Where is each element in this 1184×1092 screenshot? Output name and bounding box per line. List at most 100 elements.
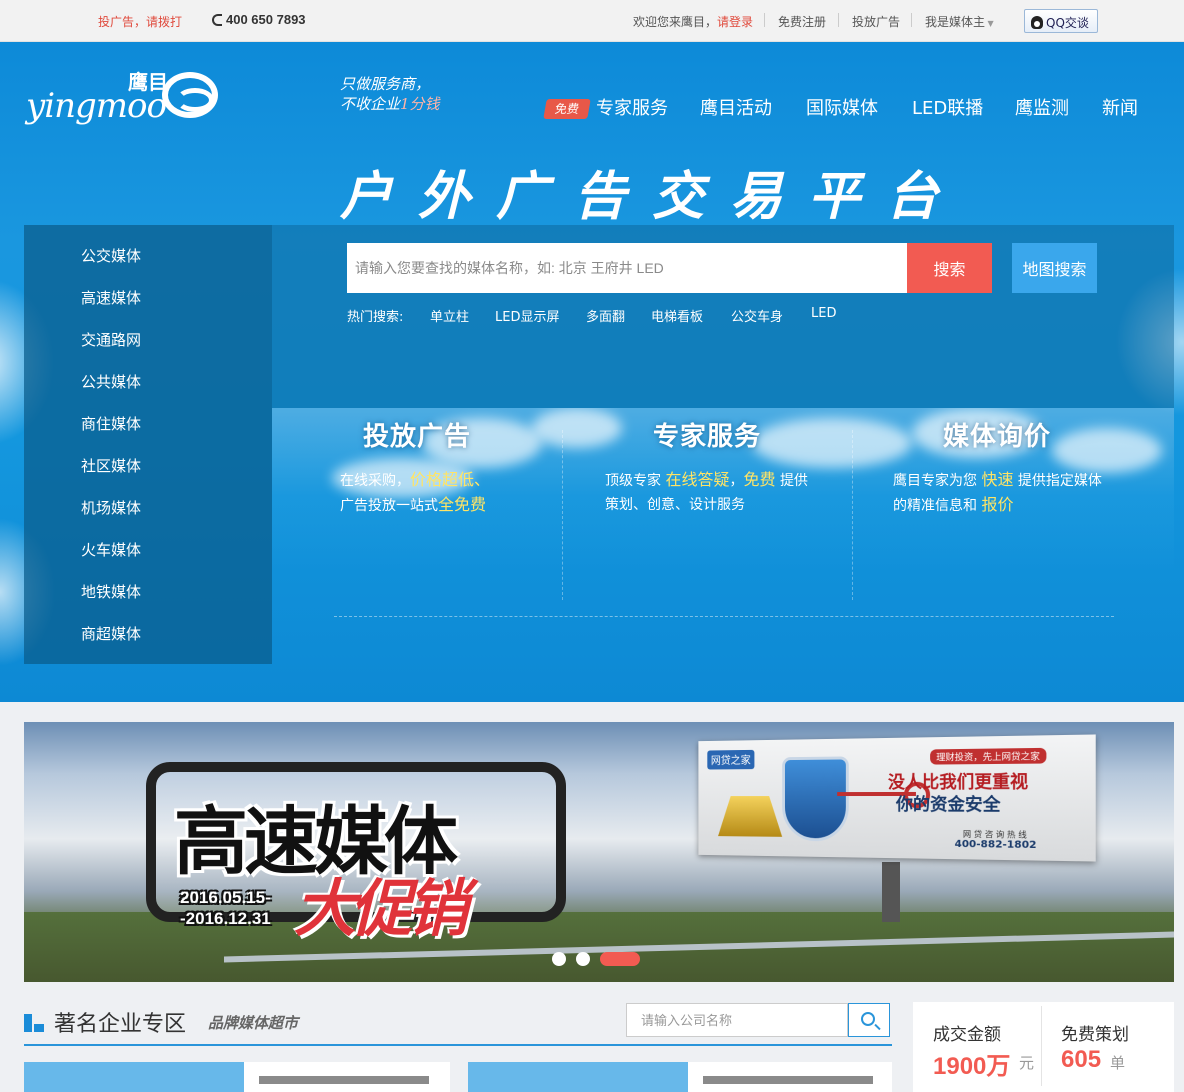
category-train[interactable]: 火车媒体 <box>81 539 141 560</box>
hot-term[interactable]: 电梯看板 <box>651 306 703 325</box>
gold-bars-icon <box>718 796 782 837</box>
nav-activities[interactable]: 鹰目活动 <box>700 94 772 122</box>
logo-mark-icon <box>162 72 218 118</box>
divider <box>764 13 765 27</box>
desc-text: 鹰目专家为您 <box>893 473 977 489</box>
hot-term[interactable]: LED显示屏 <box>495 306 559 325</box>
section-title: 著名企业专区 <box>54 1012 187 1037</box>
service-desc: 鹰目专家为您 快速 提供指定媒体的精准信息和 报价 <box>893 468 1143 518</box>
desc-highlight: 报价 <box>981 495 1014 514</box>
service-title: 媒体询价 <box>942 422 1051 452</box>
free-badge: 免费 <box>543 99 591 119</box>
nav-international-media[interactable]: 国际媒体 <box>806 94 878 122</box>
company-search-button[interactable] <box>848 1003 890 1037</box>
register-link[interactable]: 免费注册 <box>778 13 826 30</box>
category-community[interactable]: 社区媒体 <box>81 455 141 476</box>
slogan-line2: 不收企业1分钱 <box>340 94 440 114</box>
enterprise-card-thumb <box>703 1076 873 1084</box>
hero-section: 鹰目 yingmoo 只做服务商， 不收企业1分钱 免费 专家服务 鹰目活动 国… <box>0 42 1184 702</box>
free-plans-unit: 单 <box>1110 1054 1126 1072</box>
free-plans-label: 免费策划 <box>1061 1025 1129 1045</box>
divider <box>911 13 912 27</box>
promo-banner[interactable]: 高速媒体 大促销 2016.05.15- -2016.12.31 网贷之家 理财投… <box>24 722 1174 982</box>
desc-highlight: 全免费 <box>438 495 487 514</box>
desc-text: 策划、创意、设计服务 <box>605 497 745 513</box>
site-logo[interactable]: 鹰目 yingmoo <box>26 66 226 126</box>
hot-term[interactable]: 单立柱 <box>430 306 469 325</box>
deal-amount-label: 成交金额 <box>933 1025 1001 1045</box>
slogan-highlight: 1分钱 <box>400 95 440 113</box>
media-owner-link[interactable]: 我是媒体主 ▼ <box>925 13 994 30</box>
service-price-inquiry[interactable]: 媒体询价 鹰目专家为您 快速 提供指定媒体的精准信息和 报价 <box>852 416 1142 514</box>
category-airport[interactable]: 机场媒体 <box>81 497 141 518</box>
section-subtitle: 品牌媒体超市 <box>208 1014 299 1032</box>
billboard-post <box>882 862 900 922</box>
caret-down-icon: ▼ <box>985 19 994 28</box>
slogan-line1: 只做服务商， <box>340 75 431 93</box>
welcome-label: 欢迎您来鹰目， <box>633 15 718 29</box>
search-icon <box>861 1012 875 1026</box>
deal-amount-value: 1900万 <box>933 1053 1011 1080</box>
desc-highlight: 在线答疑 <box>665 470 730 489</box>
divider <box>334 616 1114 617</box>
category-supermarket[interactable]: 商超媒体 <box>81 623 141 644</box>
banner-dates: 2016.05.15- -2016.12.31 <box>180 887 271 929</box>
divider <box>562 430 563 600</box>
desc-text: ， <box>729 473 744 489</box>
carousel-dot-active[interactable] <box>600 952 640 966</box>
search-button[interactable]: 搜索 <box>907 243 992 293</box>
desc-text: 提供 <box>779 473 808 489</box>
map-search-button[interactable]: 地图搜索 <box>1012 243 1097 293</box>
enterprise-card-image <box>468 1062 688 1092</box>
hot-term[interactable]: LED <box>811 306 836 321</box>
enterprise-card[interactable] <box>24 1062 450 1092</box>
category-sidebar: 公交媒体 高速媒体 交通路网 公共媒体 商住媒体 社区媒体 机场媒体 火车媒体 … <box>24 225 272 664</box>
hot-term[interactable]: 公交车身 <box>731 306 783 325</box>
hot-search-label: 热门搜索: <box>347 310 404 325</box>
carousel-dot[interactable] <box>552 952 566 966</box>
shield-icon <box>782 756 849 842</box>
company-search-input[interactable] <box>626 1003 848 1037</box>
welcome-text: 欢迎您来鹰目，请登录 <box>633 13 753 30</box>
media-owner-label: 我是媒体主 <box>925 15 986 29</box>
nav-monitoring[interactable]: 鹰监测 <box>1015 94 1069 122</box>
billboard-phone: 400-882-1802 <box>954 838 1037 852</box>
desc-text: 在线采购， <box>340 473 410 489</box>
qq-chat-button[interactable]: QQ交谈 <box>1024 9 1098 33</box>
desc-text: 提供指定媒体 <box>1017 473 1102 489</box>
nav-expert-service[interactable]: 专家服务 <box>596 94 668 122</box>
slogan: 只做服务商， 不收企业1分钱 <box>340 74 440 114</box>
enterprise-card-image <box>24 1062 244 1092</box>
section-grid-icon <box>24 1014 44 1032</box>
desc-highlight: 快速 <box>981 470 1014 489</box>
service-expert[interactable]: 专家服务 顶级专家 在线答疑，免费 提供 策划、创意、设计服务 <box>562 416 852 513</box>
banner-date-start: 2016.05.15- <box>180 888 271 907</box>
nav-led-broadcast[interactable]: LED联播 <box>912 94 983 122</box>
desc-highlight: 免费 <box>743 470 776 489</box>
desc-text: 顶级专家 <box>605 473 661 489</box>
banner-date-end: -2016.12.31 <box>180 909 271 928</box>
service-desc: 在线采购，价格超低、 广告投放一站式全免费 <box>340 468 560 518</box>
login-link[interactable]: 请登录 <box>717 15 753 29</box>
category-road-network[interactable]: 交通路网 <box>81 329 141 350</box>
phone-number: 400 650 7893 <box>226 12 306 27</box>
billboard-line2: 你的资金安全 <box>895 794 1001 816</box>
carousel-dot[interactable] <box>576 952 590 966</box>
category-bus[interactable]: 公交媒体 <box>81 245 141 266</box>
free-plans-value: 605 <box>1061 1046 1102 1073</box>
service-post-ads[interactable]: 投放广告 在线采购，价格超低、 广告投放一站式全免费 <box>272 416 562 514</box>
hot-term[interactable]: 多面翻 <box>586 306 625 325</box>
category-subway[interactable]: 地铁媒体 <box>81 581 141 602</box>
category-commercial-residential[interactable]: 商住媒体 <box>81 413 141 434</box>
category-highway[interactable]: 高速媒体 <box>81 287 141 308</box>
enterprise-card[interactable] <box>468 1062 892 1092</box>
phone-icon <box>212 14 222 26</box>
billboard-image: 网贷之家 理财投资，先上网贷之家 没人比我们更重视 你的资金安全 网 贷 咨 询… <box>698 734 1096 862</box>
stats-panel: 成交金额 1900万 元 免费策划 605 单 <box>913 1002 1174 1092</box>
media-search-input[interactable] <box>347 243 907 293</box>
post-ad-link[interactable]: 投放广告 <box>852 13 900 30</box>
qq-penguin-icon <box>1031 16 1043 29</box>
category-public[interactable]: 公共媒体 <box>81 371 141 392</box>
nav-news[interactable]: 新闻 <box>1102 94 1138 122</box>
desc-text: 的精准信息和 <box>893 498 977 514</box>
